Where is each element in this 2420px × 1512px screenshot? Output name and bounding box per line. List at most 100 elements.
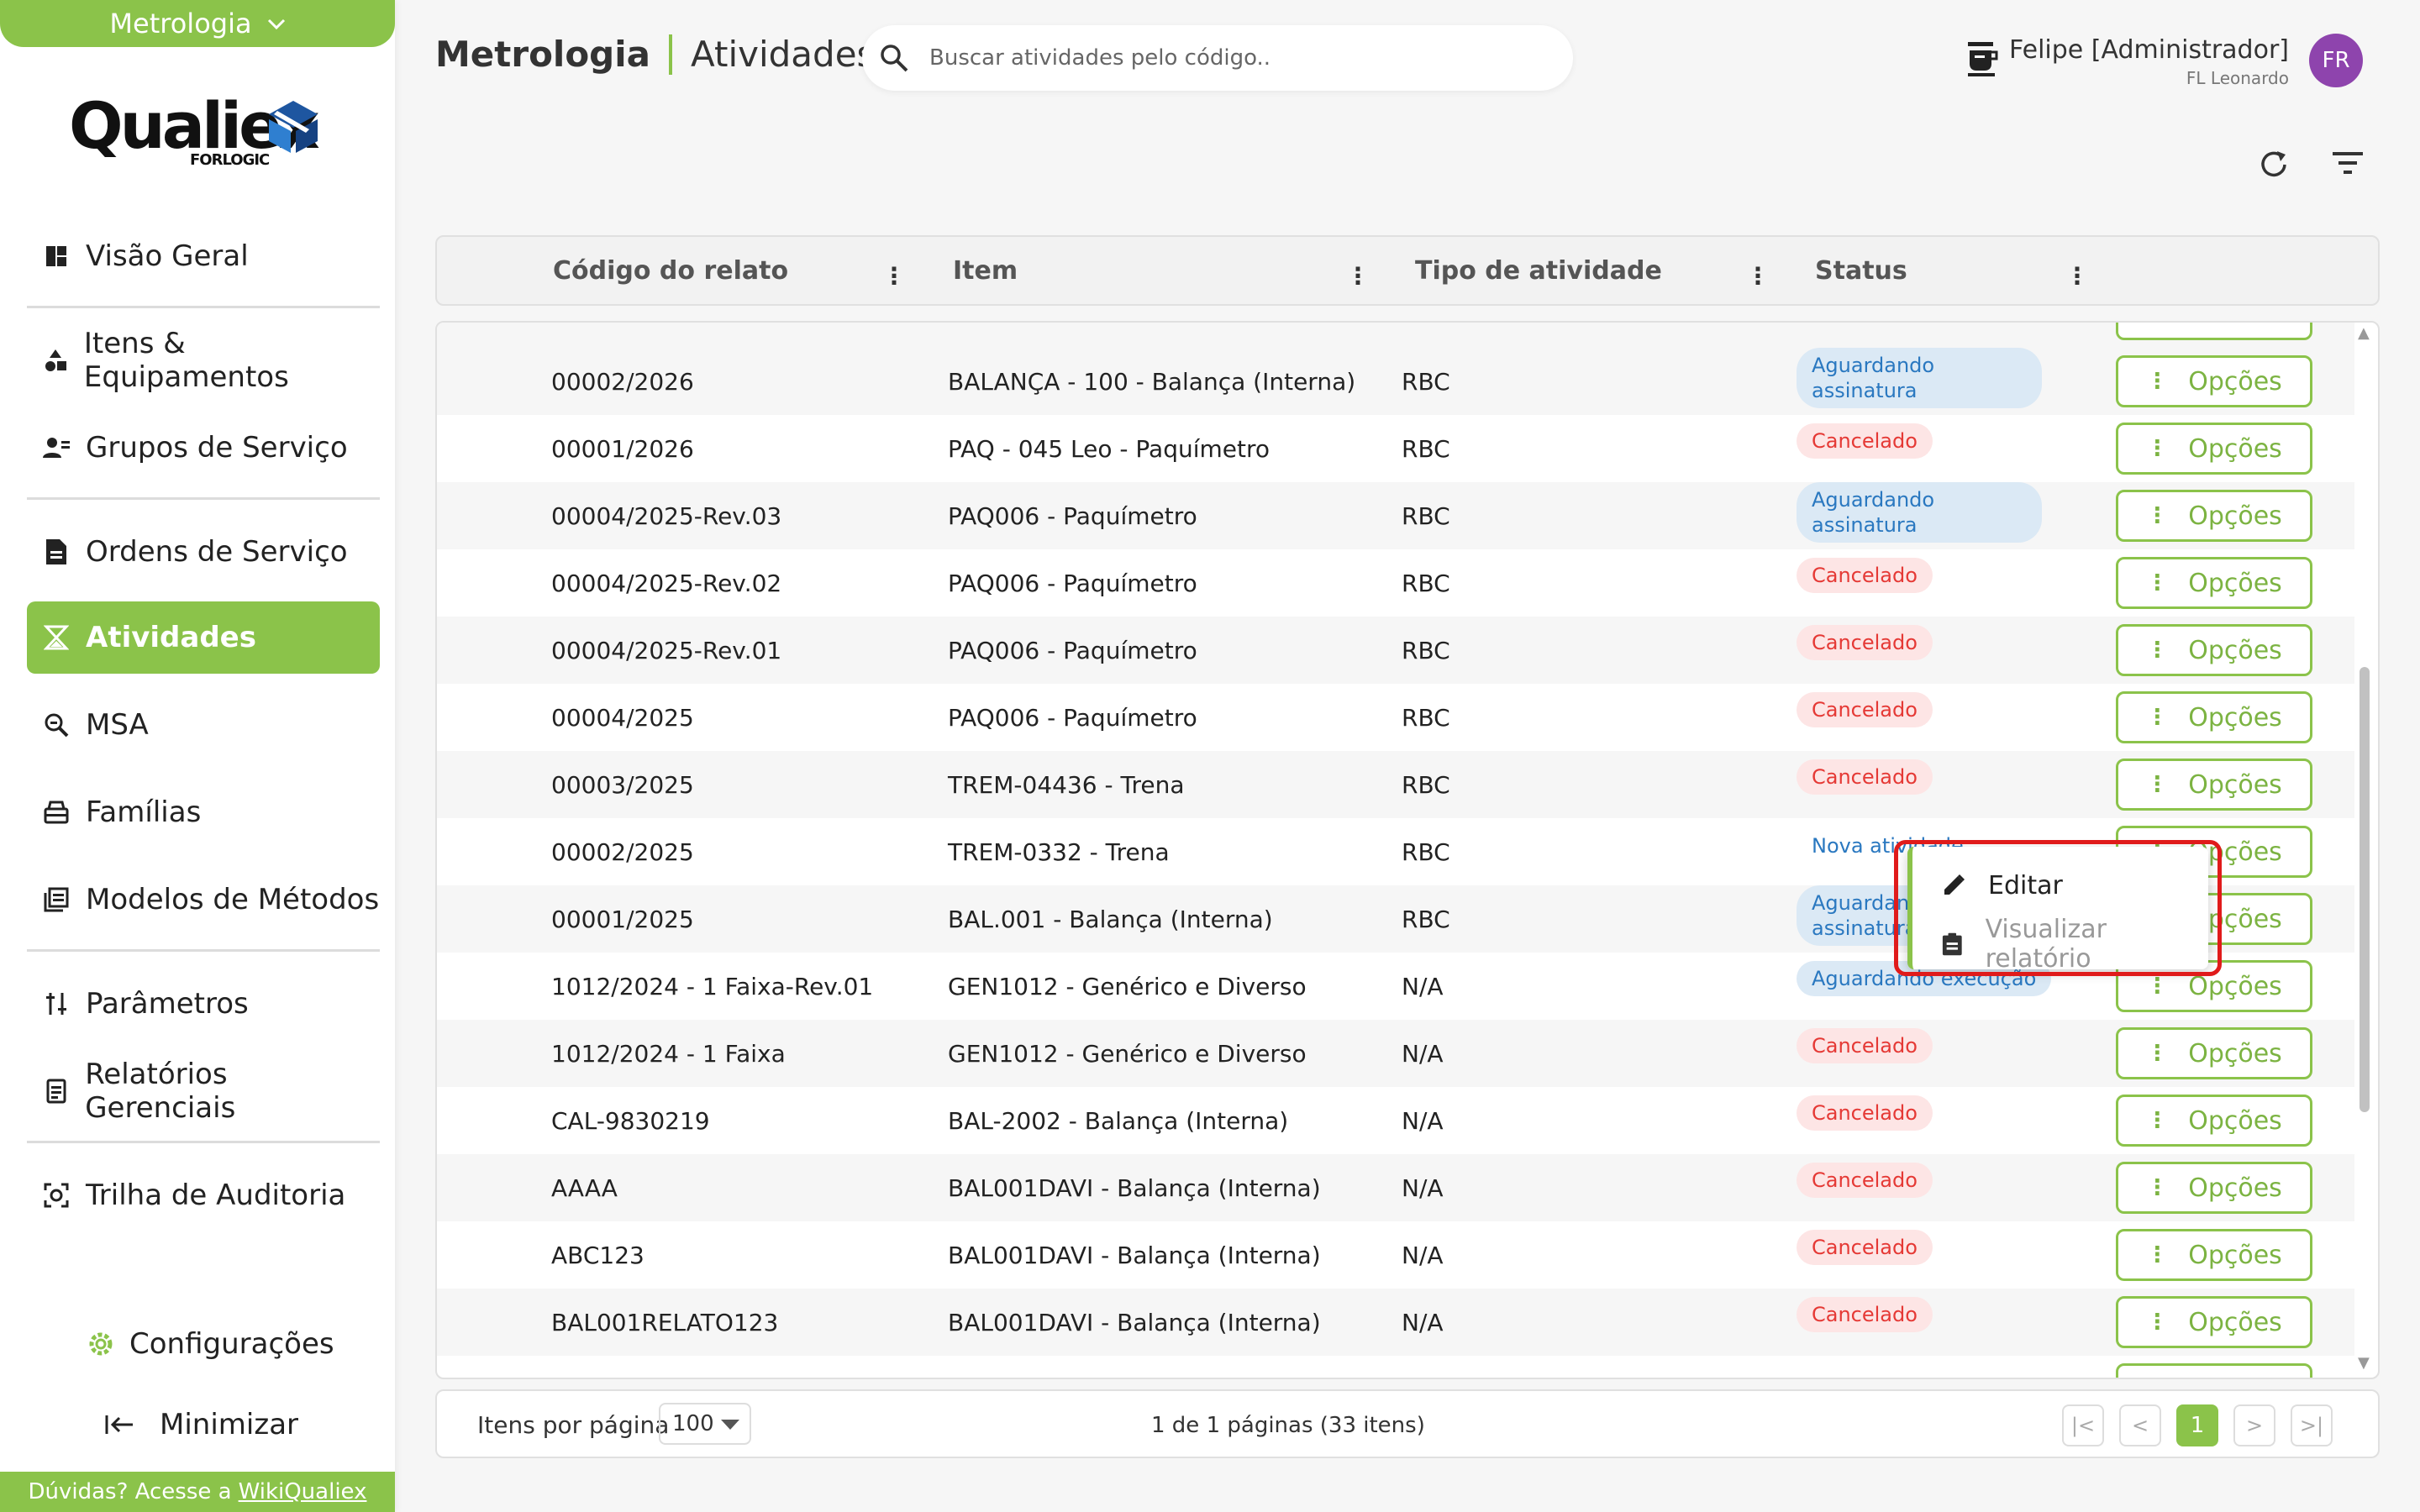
first-page-icon: |< — [2070, 1414, 2096, 1437]
search-input[interactable] — [929, 45, 1518, 71]
options-button[interactable]: ⋮ Opções — [2116, 490, 2312, 542]
sidebar-item-relatorios-gerenciais[interactable]: Relatórios Gerenciais — [27, 1055, 380, 1127]
options-button[interactable] — [2116, 323, 2312, 340]
settings-label: Configurações — [129, 1327, 334, 1361]
user-info: Felipe [Administrador] FL Leonardo — [2009, 35, 2289, 88]
sidebar-item-label: Grupos de Serviço — [86, 431, 348, 465]
sliders-icon — [42, 990, 71, 1018]
options-button[interactable]: ⋮ Opções — [2116, 423, 2312, 475]
menu-item-label: Editar — [1988, 870, 2063, 900]
options-button[interactable]: ⋮ Opções — [2116, 1095, 2312, 1147]
table-row[interactable]: ABC123 BAL001DAVI - Balança (Interna) N/A C… — [437, 1221, 2354, 1289]
column-menu-icon[interactable]: ⋮ — [1746, 237, 1770, 304]
refresh-icon[interactable] — [2257, 148, 2291, 185]
options-button[interactable]: ⋮ Opções — [2116, 1229, 2312, 1281]
options-button[interactable]: ⋮ Opções — [2116, 1296, 2312, 1348]
options-label: Opções — [2188, 1240, 2282, 1270]
module-switcher[interactable]: Metrologia — [0, 0, 395, 47]
cell-item: TREM-04436 - Trena — [948, 770, 1185, 799]
table-row[interactable]: 00002/2026 BALANÇA - 100 - Balança (Inter… — [437, 348, 2354, 415]
library-icon — [42, 885, 71, 914]
scroll-down-icon[interactable]: ▼ — [2358, 1354, 2370, 1372]
table-row[interactable]: 00001/2026 PAQ - 045 Leo - Paquímetro RBC C… — [437, 415, 2354, 482]
items-per-page-select[interactable]: 100 — [659, 1403, 751, 1445]
table-row[interactable]: 00004/2025-Rev.01 PAQ006 - Paquímetro RBC C… — [437, 617, 2354, 684]
coffee-icon[interactable] — [1966, 40, 2000, 81]
filter-icon[interactable] — [2331, 150, 2365, 180]
cell-code: CAL-9830219 — [551, 1106, 710, 1135]
sidebar-item-msa[interactable]: MSA — [27, 689, 380, 761]
options-button[interactable]: ⋮ Opções — [2116, 1027, 2312, 1079]
table-row[interactable]: 00004/2025-Rev.02 PAQ006 - Paquímetro RBC C… — [437, 549, 2354, 617]
table-row[interactable]: 00004/2025 PAQ006 - Paquímetro RBC Cancelad… — [437, 684, 2354, 751]
column-menu-icon[interactable]: ⋮ — [882, 237, 906, 304]
page-button-current[interactable]: 1 — [2176, 1404, 2218, 1446]
sidebar-item-label: Itens & Equipamentos — [83, 327, 289, 394]
sidebar-item-visao-geral[interactable]: Visão Geral — [27, 220, 380, 292]
sidebar-item-grupos-servico[interactable]: Grupos de Serviço — [27, 412, 380, 484]
nav-divider — [27, 497, 380, 500]
options-label: Opções — [2188, 769, 2282, 800]
sidebar-item-trilha-auditoria[interactable]: Trilha de Auditoria — [27, 1159, 380, 1231]
scrollbar[interactable]: ▲ ▼ — [2354, 323, 2375, 1372]
scroll-up-icon[interactable]: ▲ — [2358, 324, 2370, 342]
sidebar-item-itens-equipamentos[interactable]: Itens & Equipamentos — [27, 324, 380, 396]
cell-type: N/A — [1402, 972, 1444, 1000]
table-row[interactable]: BAL001RELATO123 BAL001DAVI - Balança (Int… — [437, 1289, 2354, 1356]
column-header[interactable]: Item — [953, 237, 1018, 304]
status-badge: Cancelado — [1797, 759, 1933, 795]
options-button[interactable]: ⋮ Opções — [2116, 557, 2312, 609]
prev-page-button[interactable]: < — [2119, 1404, 2161, 1446]
next-page-button[interactable]: > — [2233, 1404, 2275, 1446]
avatar[interactable]: FR — [2309, 34, 2363, 87]
more-vert-icon: ⋮ — [2146, 436, 2169, 461]
status-badge: Cancelado — [1797, 625, 1933, 660]
column-menu-icon[interactable]: ⋮ — [1346, 237, 1370, 304]
options-button[interactable] — [2116, 1363, 2312, 1378]
cell-item: PAQ006 - Paquímetro — [948, 636, 1197, 664]
options-button[interactable]: ⋮ Opções — [2116, 624, 2312, 676]
column-menu-icon[interactable]: ⋮ — [2065, 237, 2089, 304]
cell-item: BAL.001 - Balança (Interna) — [948, 905, 1273, 933]
cell-type: RBC — [1402, 501, 1450, 530]
table-row[interactable]: 1012/2024 - 1 Faixa GEN1012 - Genérico e … — [437, 1020, 2354, 1087]
sidebar-item-parametros[interactable]: Parâmetros — [27, 968, 380, 1040]
options-button[interactable]: ⋮ Opções — [2116, 1162, 2312, 1214]
options-label: Opções — [2188, 1307, 2282, 1337]
first-page-button[interactable]: |< — [2062, 1404, 2104, 1446]
wiki-link[interactable]: WikiQualiex — [239, 1479, 367, 1504]
status-badge: Cancelado — [1797, 1095, 1933, 1131]
cell-item: PAQ006 - Paquímetro — [948, 703, 1197, 732]
cell-type: RBC — [1402, 367, 1450, 396]
options-button[interactable]: ⋮ Opções — [2116, 691, 2312, 743]
sidebar-item-familias[interactable]: Famílias — [27, 776, 380, 848]
cell-code: 00004/2025-Rev.02 — [551, 569, 782, 597]
sidebar-item-atividades[interactable]: Atividades — [27, 601, 380, 674]
table-row[interactable]: CAL-9830219 BAL-2002 - Balança (Interna) N… — [437, 1087, 2354, 1154]
table-row[interactable]: 00004/2025-Rev.03 PAQ006 - Paquímetro RBC A… — [437, 482, 2354, 549]
gear-icon — [89, 1332, 113, 1356]
table-row[interactable]: 00003/2025 TREM-04436 - Trena RBC Cancelado… — [437, 751, 2354, 818]
scrollbar-thumb[interactable] — [2360, 667, 2370, 1112]
status-badge: Cancelado — [1797, 692, 1933, 727]
more-vert-icon: ⋮ — [2146, 1108, 2169, 1133]
table-row[interactable]: AAAA BAL001DAVI - Balança (Interna) N/A Can… — [437, 1154, 2354, 1221]
options-button[interactable]: ⋮ Opções — [2116, 759, 2312, 811]
sidebar-item-ordens-servico[interactable]: Ordens de Serviço — [27, 516, 380, 588]
cell-item: BAL001DAVI - Balança (Interna) — [948, 1173, 1321, 1202]
sidebar-item-modelos-metodos[interactable]: Modelos de Métodos — [27, 864, 380, 936]
minimize-sidebar-button[interactable]: Minimizar — [104, 1408, 298, 1441]
menu-item-visualizar-relatorio[interactable]: Visualizar relatório — [1941, 915, 2208, 974]
cell-item: BAL001DAVI - Balança (Interna) — [948, 1241, 1321, 1269]
cell-type: N/A — [1402, 1241, 1444, 1269]
people-icon — [42, 433, 71, 462]
menu-item-editar[interactable]: Editar — [1941, 862, 2063, 909]
last-page-button[interactable]: >| — [2291, 1404, 2333, 1446]
column-header[interactable]: Status — [1815, 237, 1907, 304]
options-label: Opções — [2188, 568, 2282, 598]
search-icon — [881, 45, 908, 72]
column-header[interactable]: Código do relato — [553, 237, 788, 304]
column-header[interactable]: Tipo de atividade — [1415, 237, 1662, 304]
options-button[interactable]: ⋮ Opções — [2116, 355, 2312, 407]
settings-button[interactable]: Configurações — [87, 1327, 334, 1361]
